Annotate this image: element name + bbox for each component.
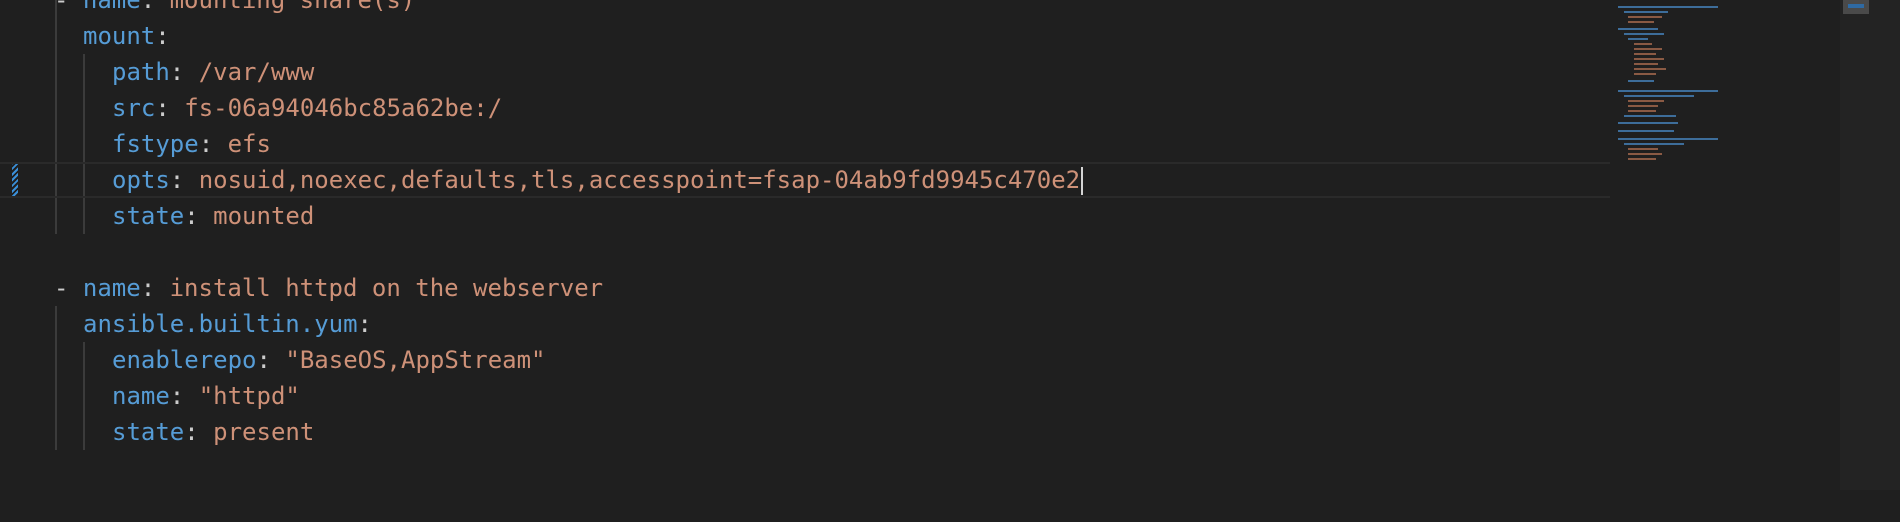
text-cursor xyxy=(1081,167,1084,195)
yaml-value: install httpd on the webserver xyxy=(169,274,604,302)
yaml-separator: : xyxy=(155,94,185,122)
minimap-line xyxy=(1618,122,1678,124)
minimap-line xyxy=(1618,130,1674,132)
minimap-line xyxy=(1624,33,1664,35)
code-line[interactable]: - name: mounting share(s) xyxy=(0,0,1610,18)
yaml-value: fs-06a94046bc85a62be:/ xyxy=(184,94,503,122)
minimap-line xyxy=(1628,21,1654,23)
yaml-value: nosuid,noexec,defaults,tls,accesspoint=f… xyxy=(198,166,1081,194)
yaml-key: name xyxy=(82,274,141,302)
yaml-key: mount xyxy=(83,22,156,50)
minimap-line xyxy=(1628,80,1654,82)
minimap-line xyxy=(1618,90,1718,92)
yaml-separator: : xyxy=(140,274,170,302)
yaml-separator: : xyxy=(169,382,199,410)
list-dash: - xyxy=(54,274,83,302)
yaml-key: src xyxy=(112,94,156,122)
minimap-line xyxy=(1628,38,1648,40)
minimap-line xyxy=(1634,58,1664,60)
yaml-key: path xyxy=(112,58,170,86)
code-line[interactable] xyxy=(0,234,1610,270)
yaml-separator: : xyxy=(140,0,170,14)
code-editor[interactable]: - name: mounting share(s) mount: path: /… xyxy=(0,0,1610,490)
yaml-value: mounted xyxy=(213,202,315,230)
yaml-separator: : xyxy=(184,202,214,230)
yaml-separator: : xyxy=(357,310,372,338)
yaml-separator: : xyxy=(155,22,170,50)
yaml-separator: : xyxy=(198,130,228,158)
yaml-key: name xyxy=(82,0,141,14)
yaml-key: state xyxy=(112,202,185,230)
code-line[interactable]: enablerepo: "BaseOS,AppStream" xyxy=(0,342,1610,378)
yaml-value: "BaseOS,AppStream" xyxy=(285,346,546,374)
minimap-line xyxy=(1624,115,1676,117)
minimap-line xyxy=(1634,53,1656,55)
code-line[interactable]: name: "httpd" xyxy=(0,378,1610,414)
yaml-key: enablerepo xyxy=(112,346,257,374)
yaml-key: name xyxy=(112,382,170,410)
yaml-value: efs xyxy=(227,130,271,158)
minimap-line xyxy=(1634,48,1662,50)
code-line[interactable]: path: /var/www xyxy=(0,54,1610,90)
minimap-line xyxy=(1628,158,1656,160)
yaml-value: mounting share(s) xyxy=(169,0,416,14)
minimap-line xyxy=(1624,143,1684,145)
scrollbar-cursor-indicator xyxy=(1848,4,1864,8)
code-line[interactable]: mount: xyxy=(0,18,1610,54)
yaml-separator: : xyxy=(184,418,214,446)
yaml-value: /var/www xyxy=(198,58,315,86)
yaml-key: ansible.builtin.yum xyxy=(83,310,358,338)
yaml-separator: : xyxy=(169,58,199,86)
minimap-line xyxy=(1634,68,1666,70)
minimap[interactable] xyxy=(1610,0,1840,490)
minimap-line xyxy=(1624,11,1668,13)
minimap-line xyxy=(1624,95,1694,97)
yaml-value: "httpd" xyxy=(198,382,300,410)
code-line[interactable]: src: fs-06a94046bc85a62be:/ xyxy=(0,90,1610,126)
minimap-line xyxy=(1634,73,1656,75)
code-line[interactable]: - name: install httpd on the webserver xyxy=(0,270,1610,306)
minimap-line xyxy=(1628,105,1658,107)
minimap-line xyxy=(1628,153,1662,155)
code-line[interactable]: state: mounted xyxy=(0,198,1610,234)
minimap-line xyxy=(1628,100,1664,102)
minimap-line xyxy=(1628,110,1656,112)
minimap-line xyxy=(1628,148,1658,150)
minimap-line xyxy=(1628,16,1662,18)
list-dash: - xyxy=(54,0,83,14)
yaml-key: opts xyxy=(112,166,170,194)
minimap-line xyxy=(1634,43,1652,45)
minimap-line xyxy=(1634,63,1658,65)
current-code-line[interactable]: opts: nosuid,noexec,defaults,tls,accessp… xyxy=(0,162,1610,198)
yaml-value: present xyxy=(213,418,315,446)
vertical-scrollbar[interactable] xyxy=(1840,0,1900,490)
code-line[interactable]: ansible.builtin.yum: xyxy=(0,306,1610,342)
code-line[interactable]: state: present xyxy=(0,414,1610,450)
minimap-line xyxy=(1618,138,1718,140)
yaml-key: state xyxy=(112,418,185,446)
code-line[interactable]: fstype: efs xyxy=(0,126,1610,162)
minimap-line xyxy=(1618,6,1718,8)
minimap-line xyxy=(1618,28,1658,30)
yaml-key: fstype xyxy=(112,130,199,158)
yaml-separator: : xyxy=(256,346,286,374)
yaml-separator: : xyxy=(169,166,199,194)
